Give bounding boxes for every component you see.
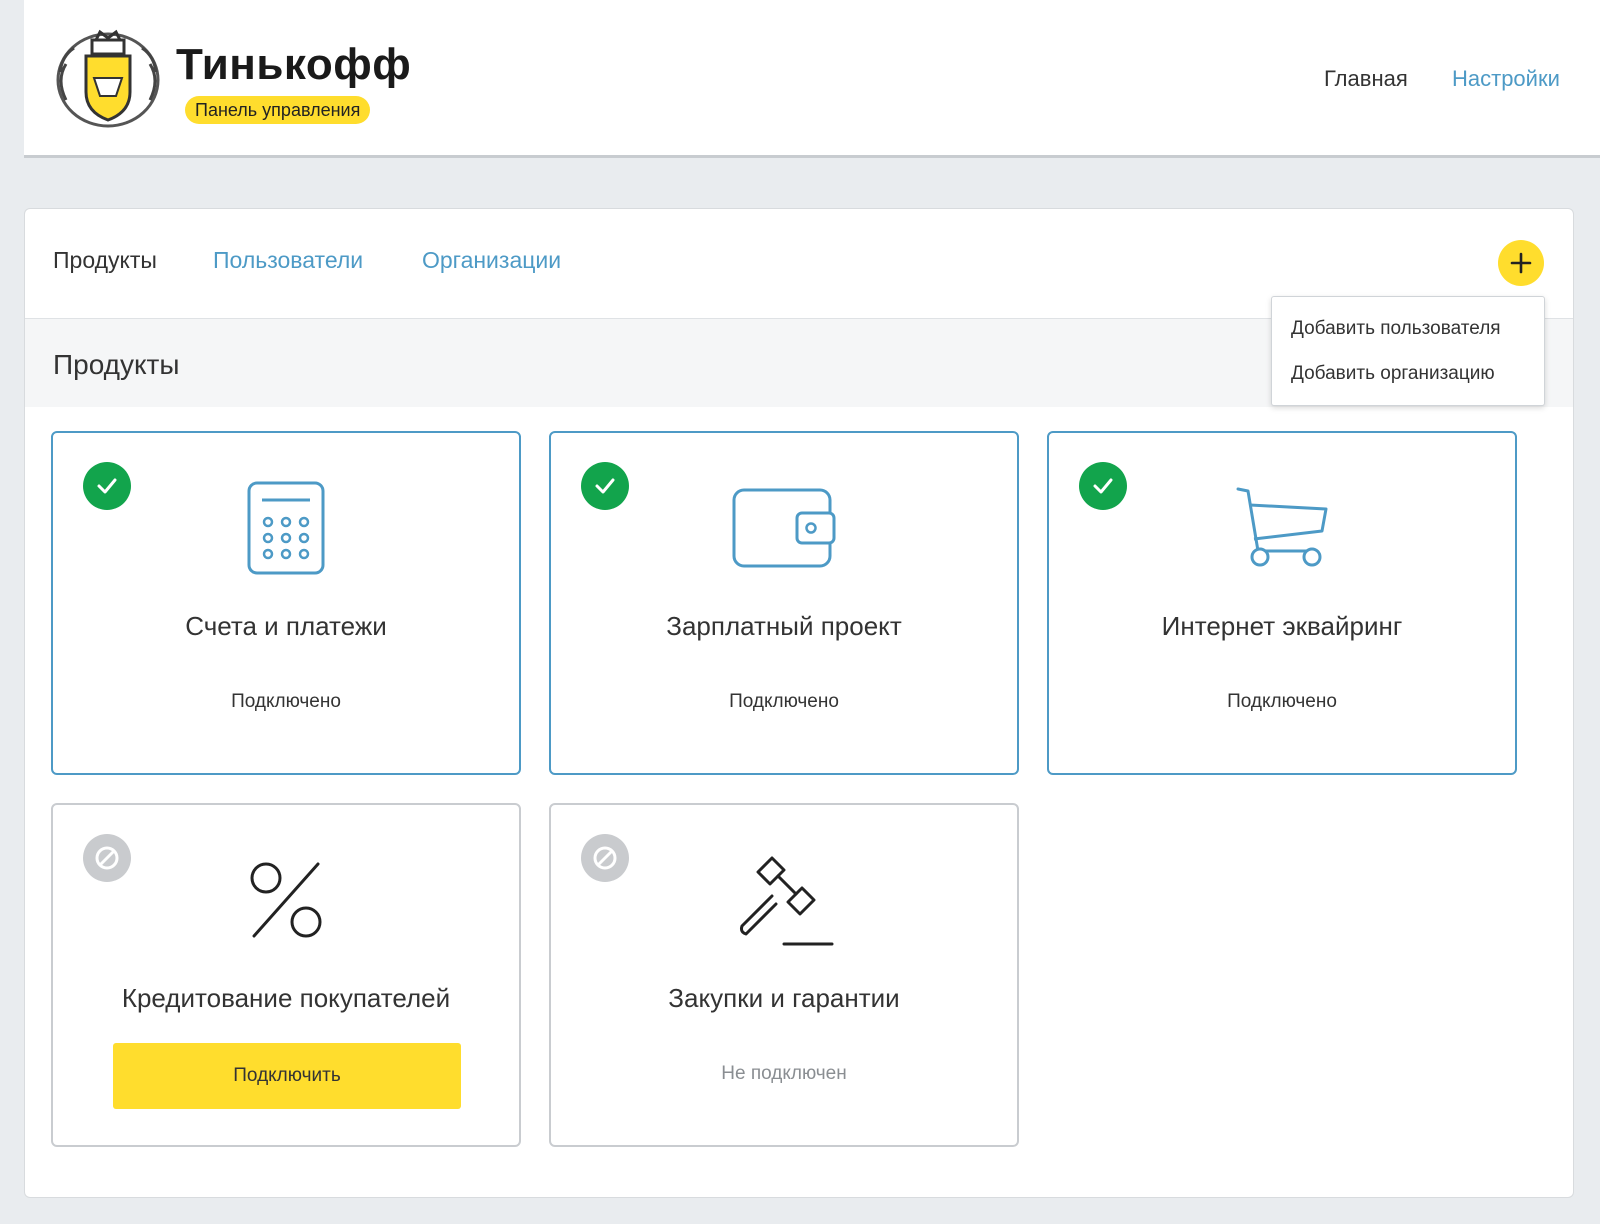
- tab-products[interactable]: Продукты: [53, 247, 157, 274]
- tinkoff-emblem-icon: [56, 29, 160, 128]
- product-status: Подключено: [1227, 691, 1337, 712]
- product-card-acquiring[interactable]: Интернет эквайринг Подключено: [1047, 431, 1517, 775]
- product-title: Закупки и гарантии: [668, 983, 900, 1013]
- product-title: Зарплатный проект: [666, 611, 902, 641]
- add-organization-menu-item[interactable]: Добавить организацию: [1291, 363, 1495, 385]
- tab-users[interactable]: Пользователи: [213, 247, 363, 274]
- add-button[interactable]: [1498, 240, 1544, 286]
- products-panel: Продукты Пользователи Организации Продук…: [24, 208, 1574, 1198]
- nav-home-link[interactable]: Главная: [1324, 66, 1408, 92]
- product-card-accounts[interactable]: Счета и платежи Подключено: [51, 431, 521, 775]
- calculator-icon: [247, 481, 325, 575]
- product-status: Не подключен: [721, 1063, 847, 1084]
- connect-button[interactable]: Подключить: [113, 1043, 461, 1109]
- nav-settings-link[interactable]: Настройки: [1452, 66, 1560, 92]
- product-title: Кредитование покупателей: [121, 983, 451, 1013]
- add-user-menu-item[interactable]: Добавить пользователя: [1291, 318, 1501, 340]
- product-title: Счета и платежи: [185, 611, 387, 641]
- wallet-icon: [732, 488, 836, 568]
- product-card-credit[interactable]: Кредитование покупателей Подключить: [51, 803, 521, 1147]
- percent-icon: [250, 862, 322, 938]
- brand-name: Тинькофф: [176, 40, 412, 89]
- gavel-icon: [740, 856, 834, 946]
- product-card-procurement[interactable]: Закупки и гарантии Не подключен: [549, 803, 1019, 1147]
- section-title: Продукты: [53, 349, 180, 380]
- cart-icon: [1236, 487, 1328, 567]
- product-title: Интернет эквайринг: [1161, 611, 1403, 641]
- top-header: Тинькофф Панель управления Главная Настр…: [24, 0, 1600, 158]
- product-status: Подключено: [729, 691, 839, 712]
- brand-badge: Панель управления: [185, 96, 371, 124]
- add-dropdown-menu: Добавить пользователя Добавить организац…: [1271, 296, 1545, 406]
- plus-icon: [1510, 252, 1532, 274]
- tab-organizations[interactable]: Организации: [422, 247, 561, 274]
- product-status: Подключено: [231, 691, 341, 712]
- product-card-salary[interactable]: Зарплатный проект Подключено: [549, 431, 1019, 775]
